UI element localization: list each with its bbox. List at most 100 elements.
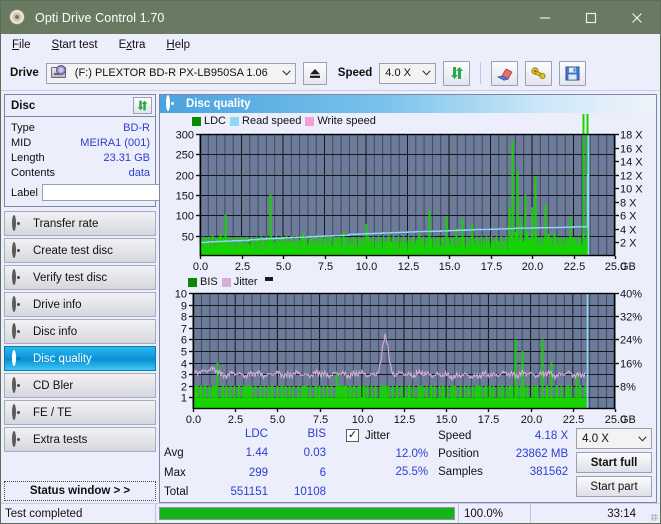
svg-text:16 X: 16 X — [620, 144, 643, 156]
svg-text:15.0: 15.0 — [439, 261, 460, 273]
disc-refresh-button[interactable] — [133, 97, 152, 114]
legend-write-speed: Write speed — [305, 115, 376, 127]
stats-row-avg-bis: 0.03 — [303, 447, 326, 460]
disc-label-key: Label — [11, 186, 38, 199]
refresh-button[interactable] — [443, 60, 471, 86]
sidebar-item-verify-test-disc[interactable]: Verify test disc — [4, 265, 156, 290]
sidebar-item-disc-info[interactable]: Disc info — [4, 319, 156, 344]
drive-label: Drive — [10, 67, 39, 79]
stats-row-total-bis: 10108 — [294, 485, 326, 498]
maximize-button[interactable] — [568, 1, 614, 34]
svg-text:2: 2 — [181, 382, 187, 394]
disc-row-contents-value: data — [128, 166, 150, 179]
disc-icon — [12, 214, 26, 231]
speed-column: Speed 4.18 X Position 23862 MB Samples 3… — [438, 428, 568, 502]
stats-row-avg-key: Avg — [164, 447, 184, 460]
eject-button[interactable] — [302, 61, 327, 85]
disc-label-row: Label — [11, 183, 215, 202]
svg-text:17.5: 17.5 — [481, 261, 502, 273]
menu-file[interactable]: File — [10, 37, 33, 53]
svg-text:50: 50 — [182, 232, 194, 244]
svg-text:10.0: 10.0 — [356, 261, 377, 273]
start-part-button[interactable]: Start part — [576, 476, 652, 497]
menu-help[interactable]: Help — [164, 37, 192, 53]
svg-text:0.0: 0.0 — [186, 414, 201, 426]
start-full-button[interactable]: Start full — [576, 452, 652, 473]
sidebar: Disc Type BD-R MID MEIRA1 (001) Length 2… — [1, 91, 215, 503]
sidebar-item-label: Create test disc — [33, 244, 113, 257]
samples-row: Samples 381562 — [438, 464, 568, 479]
sidebar-item-create-test-disc[interactable]: Create test disc — [4, 238, 156, 263]
erase-button[interactable] — [491, 60, 519, 86]
speed-label: Speed — [337, 67, 373, 79]
drive-select[interactable]: (F:) PLEXTOR BD-R PX-LB950SA 1.06 — [45, 62, 296, 84]
legend-label-write-speed: Write speed — [317, 115, 376, 127]
svg-text:10.0: 10.0 — [352, 414, 373, 426]
svg-text:8: 8 — [181, 312, 187, 324]
legend-swatch-jitter — [221, 277, 231, 287]
speed-select[interactable]: 4.0 X — [379, 62, 437, 84]
sidebar-item-label: CD Bler — [33, 379, 74, 392]
status-window-button[interactable]: Status window > > — [4, 481, 156, 501]
chevron-down-icon — [633, 435, 651, 442]
stats-grid: LDC BIS Avg 1.44 0.03 Max 299 6 Total 55… — [164, 428, 332, 502]
svg-text:5.0: 5.0 — [276, 261, 291, 273]
menu-extra[interactable]: Extra — [117, 37, 148, 53]
jitter-column: ✓ Jitter 12.0% 25.5% — [346, 428, 428, 502]
chevron-down-icon — [278, 64, 295, 83]
disc-icon — [12, 295, 26, 312]
sidebar-item-label: Verify test disc — [33, 271, 108, 284]
disc-icon — [12, 430, 26, 447]
svg-text:20.0: 20.0 — [522, 261, 543, 273]
disc-row-mid-key: MID — [11, 136, 32, 149]
sidebar-item-extra-tests[interactable]: Extra tests — [4, 427, 156, 452]
title-bar: Opti Drive Control 1.70 — [1, 1, 660, 34]
sidebar-item-cd-bler[interactable]: CD Bler — [4, 373, 156, 398]
legend-label-ldc: LDC — [204, 115, 227, 127]
jitter-avg-value: 12.0% — [395, 447, 429, 460]
ldc-chart-svg: 50 100 150 200 250 300 2 X4 X 6 X8 X 10 X12 X 14 … — [176, 114, 643, 273]
legend-label-read-speed: Read speed — [242, 115, 302, 127]
svg-text:14 X: 14 X — [620, 157, 643, 169]
disc-icon — [12, 403, 26, 420]
svg-text:24%: 24% — [620, 335, 642, 347]
svg-text:1: 1 — [181, 393, 187, 405]
app-window: Opti Drive Control 1.70 File Start test … — [0, 0, 661, 524]
legend-swatch-ldc — [192, 116, 201, 126]
sidebar-item-disc-quality[interactable]: Disc quality — [4, 346, 156, 371]
svg-text:12.5: 12.5 — [394, 414, 415, 426]
speed-row: Speed 4.18 X — [438, 428, 568, 443]
legend-swatch-write-speed — [305, 116, 315, 126]
svg-text:9: 9 — [181, 301, 187, 313]
svg-text:6: 6 — [181, 335, 187, 347]
menu-start-test[interactable]: Start test — [50, 37, 100, 53]
svg-text:22.5: 22.5 — [564, 261, 585, 273]
disc-quality-panel: Disc quality LDC Read speed Write speed … — [159, 94, 657, 503]
close-button[interactable] — [614, 1, 660, 34]
disc-icon — [12, 241, 26, 258]
legend-ldc: LDC — [192, 115, 226, 127]
stats-panel: LDC BIS Avg 1.44 0.03 Max 299 6 Total 55… — [160, 424, 656, 502]
disc-icon — [166, 95, 180, 111]
disc-icon — [12, 376, 26, 393]
progress-percent: 100.0% — [458, 504, 531, 523]
speed-select-value: 4.0 X — [385, 67, 411, 79]
svg-text:5.0: 5.0 — [270, 414, 285, 426]
resize-grip[interactable] — [644, 504, 660, 523]
disc-row-type-value: BD-R — [123, 121, 150, 134]
minimize-button[interactable] — [522, 1, 568, 34]
disc-row-type-key: Type — [11, 121, 35, 134]
svg-text:150: 150 — [176, 191, 194, 203]
position-row: Position 23862 MB — [438, 446, 568, 461]
sidebar-item-transfer-rate[interactable]: Transfer rate — [4, 211, 156, 236]
drive-icon — [50, 64, 66, 80]
test-speed-select[interactable]: 4.0 X — [576, 428, 652, 449]
tools-button[interactable] — [525, 60, 553, 86]
save-button[interactable] — [559, 60, 587, 86]
svg-text:4: 4 — [181, 359, 187, 371]
svg-text:7.5: 7.5 — [313, 414, 328, 426]
jitter-max-value: 25.5% — [395, 465, 429, 478]
sidebar-item-fe-te[interactable]: FE / TE — [4, 400, 156, 425]
sidebar-item-drive-info[interactable]: Drive info — [4, 292, 156, 317]
jitter-checkbox[interactable]: ✓ — [346, 429, 359, 442]
